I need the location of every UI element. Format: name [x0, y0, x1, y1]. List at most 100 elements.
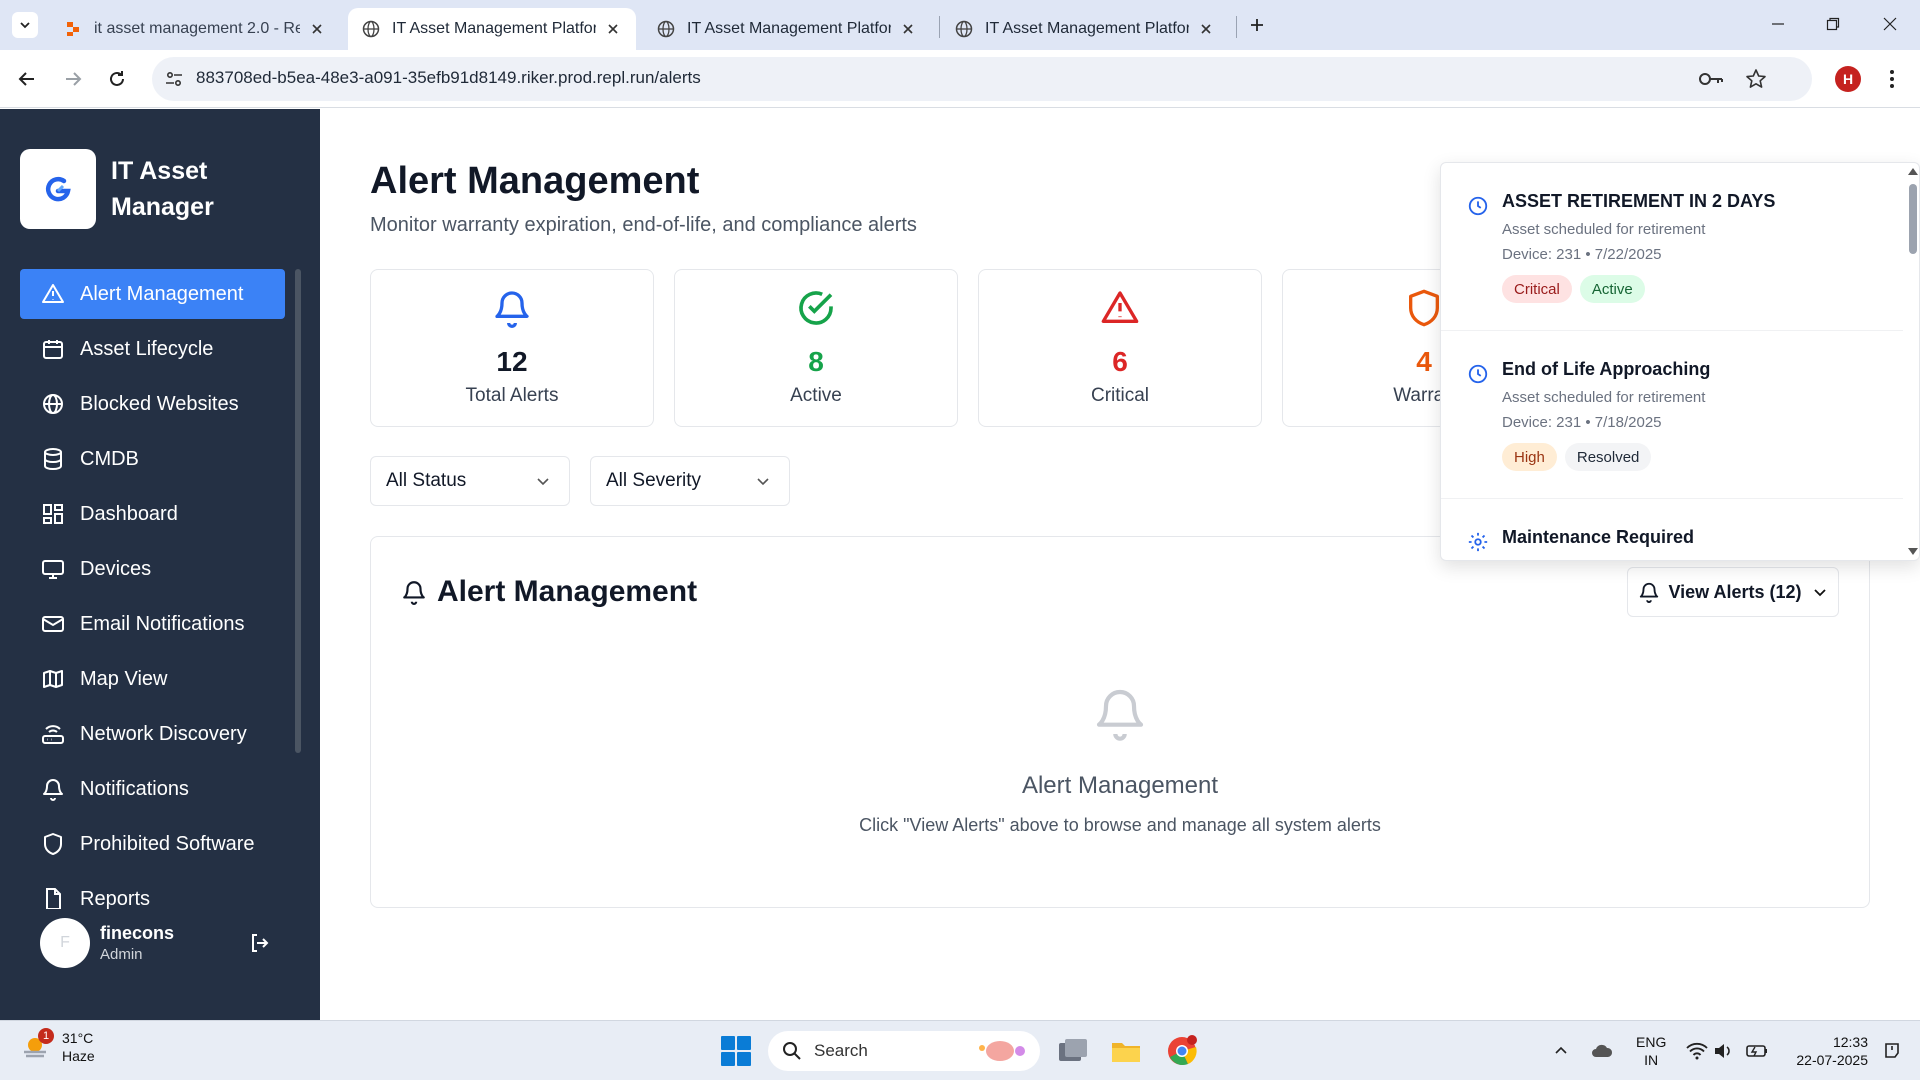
check-circle-icon: [799, 291, 833, 325]
browser-tab[interactable]: IT Asset Management Platform: [643, 8, 931, 50]
alert-item[interactable]: ASSET RETIREMENT IN 2 DAYS Asset schedul…: [1441, 163, 1903, 331]
profile-avatar[interactable]: H: [1835, 66, 1861, 92]
input-language[interactable]: ENG IN: [1636, 1033, 1666, 1069]
bell-icon: [40, 776, 66, 802]
sidebar-scrollbar[interactable]: [295, 269, 301, 753]
sidebar-item-alert-management[interactable]: Alert Management: [20, 269, 285, 319]
dropdown-scrollbar[interactable]: [1905, 162, 1920, 561]
alert-title: Maintenance Required: [1502, 527, 1695, 547]
back-button[interactable]: [10, 62, 44, 96]
restore-button[interactable]: [1815, 8, 1851, 40]
plus-icon: [1251, 19, 1263, 31]
sidebar-item-asset-lifecycle[interactable]: Asset Lifecycle: [20, 324, 285, 374]
browser-tab-replit[interactable]: it asset management 2.0 - Repl: [50, 8, 340, 50]
system-clock[interactable]: 12:33 22-07-2025: [1788, 1033, 1868, 1069]
close-icon[interactable]: [604, 20, 622, 38]
panel-title: Alert Management: [437, 575, 698, 608]
sidebar-nav: Alert Management Asset Lifecycle Blocked…: [20, 269, 285, 909]
sidebar-item-devices[interactable]: Devices: [20, 544, 285, 594]
stat-value: 12: [496, 346, 528, 377]
sidebar-item-label: Prohibited Software: [80, 832, 255, 855]
chevron-down-icon: [757, 478, 769, 486]
onedrive-icon[interactable]: [1590, 1039, 1614, 1063]
status-filter-select[interactable]: All Status: [370, 456, 570, 506]
alert-meta: Device: 231 • 7/18/2025: [1502, 414, 1662, 431]
tab-title: it asset management 2.0 - Repl: [94, 20, 300, 37]
arrow-right-icon: [66, 72, 82, 86]
sidebar-item-label: Notifications: [80, 777, 189, 800]
grid-icon: [40, 501, 66, 527]
sidebar-item-prohibited-software[interactable]: Prohibited Software: [20, 819, 285, 869]
view-alerts-button[interactable]: View Alerts (12): [1627, 567, 1839, 617]
scroll-down-arrow-icon[interactable]: [1908, 548, 1918, 555]
user-profile[interactable]: F finecons Admin: [40, 918, 174, 968]
weather-widget[interactable]: 1 31°C Haze: [20, 1028, 95, 1065]
tab-search-button[interactable]: [12, 12, 38, 38]
weather-condition: Haze: [62, 1048, 95, 1064]
close-icon[interactable]: [308, 20, 326, 38]
bell-icon: [495, 291, 529, 328]
tab-separator: [1236, 16, 1237, 38]
alert-item[interactable]: End of Life Approaching Asset scheduled …: [1441, 331, 1903, 499]
close-icon: [1883, 17, 1897, 31]
chrome-taskbar-icon[interactable]: [1164, 1033, 1200, 1069]
task-view-icon[interactable]: [1055, 1033, 1091, 1069]
logout-button[interactable]: [248, 931, 272, 955]
taskbar-search[interactable]: Search: [768, 1031, 1040, 1071]
empty-state-description: Click "View Alerts" above to browse and …: [859, 815, 1381, 835]
tab-title: IT Asset Management Platform: [985, 20, 1189, 37]
battery-icon[interactable]: [1745, 1039, 1769, 1063]
shield-icon: [40, 831, 66, 857]
scroll-up-arrow-icon[interactable]: [1908, 168, 1918, 175]
brand[interactable]: IT Asset Manager: [20, 149, 241, 229]
alert-triangle-icon: [1101, 291, 1139, 323]
search-highlight-icon: [979, 1041, 1025, 1061]
reload-button[interactable]: [100, 62, 134, 96]
browser-tab[interactable]: IT Asset Management Platform: [941, 8, 1229, 50]
url-text[interactable]: 883708ed-b5ea-48e3-a091-35efb91d8149.rik…: [196, 68, 701, 88]
gear-icon: [1468, 532, 1488, 552]
minimize-button[interactable]: [1760, 8, 1796, 40]
sidebar-item-notifications[interactable]: Notifications: [20, 764, 285, 814]
wifi-icon[interactable]: [1685, 1039, 1709, 1063]
close-window-button[interactable]: [1872, 8, 1908, 40]
show-hidden-icons-chevron-icon[interactable]: [1549, 1039, 1573, 1063]
scrollbar-thumb[interactable]: [1909, 184, 1917, 254]
file-icon: [40, 886, 66, 909]
notification-center-icon[interactable]: [1880, 1039, 1904, 1063]
sidebar-item-email-notifications[interactable]: Email Notifications: [20, 599, 285, 649]
sidebar-item-blocked-websites[interactable]: Blocked Websites: [20, 379, 285, 429]
sidebar-item-label: Map View: [80, 667, 168, 690]
browser-toolbar: 883708ed-b5ea-48e3-a091-35efb91d8149.rik…: [0, 50, 1920, 108]
volume-icon[interactable]: [1712, 1039, 1736, 1063]
severity-filter-select[interactable]: All Severity: [590, 456, 790, 506]
sidebar-item-dashboard[interactable]: Dashboard: [20, 489, 285, 539]
monitor-icon: [40, 556, 66, 582]
chevron-down-icon: [1813, 589, 1826, 597]
sidebar-item-cmdb[interactable]: CMDB: [20, 434, 285, 484]
sidebar-item-network-discovery[interactable]: Network Discovery: [20, 709, 285, 759]
bookmark-star-icon[interactable]: [1744, 67, 1768, 91]
alert-item[interactable]: Maintenance Required: [1441, 499, 1903, 560]
forward-button[interactable]: [56, 62, 90, 96]
close-icon[interactable]: [1197, 20, 1215, 38]
page-title: Alert Management: [370, 160, 700, 202]
browser-tab-active[interactable]: IT Asset Management Platform: [348, 8, 636, 50]
clock-date: 22-07-2025: [1796, 1052, 1868, 1068]
sidebar-item-map-view[interactable]: Map View: [20, 654, 285, 704]
sidebar-item-reports[interactable]: Reports: [20, 874, 285, 909]
file-explorer-icon[interactable]: [1108, 1033, 1144, 1069]
user-role: Admin: [100, 946, 143, 963]
new-tab-button[interactable]: [1244, 12, 1270, 38]
address-bar[interactable]: 883708ed-b5ea-48e3-a091-35efb91d8149.rik…: [152, 57, 1812, 101]
router-icon: [40, 721, 66, 747]
stat-card-critical: 6 Critical: [978, 269, 1262, 427]
close-icon[interactable]: [899, 20, 917, 38]
windows-start-icon[interactable]: [721, 1036, 751, 1066]
restore-icon: [1826, 17, 1840, 31]
chevron-down-icon: [537, 478, 549, 486]
site-info-icon[interactable]: [162, 67, 186, 91]
browser-menu-icon[interactable]: [1880, 64, 1904, 94]
password-key-icon[interactable]: [1698, 67, 1724, 91]
severity-filter-value: All Severity: [606, 470, 702, 491]
